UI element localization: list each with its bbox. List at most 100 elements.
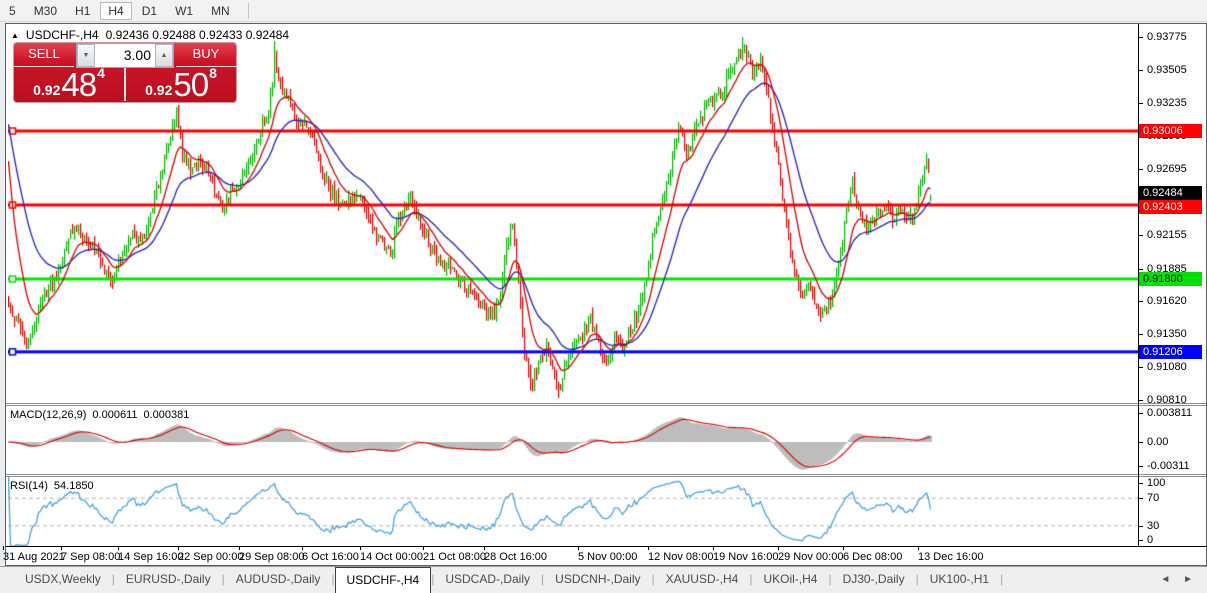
chart-tab-usdcad-daily[interactable]: USDCAD-,Daily	[434, 567, 541, 593]
rsi-indicator-name: RSI(14)	[10, 480, 48, 492]
timeframe-button-h1[interactable]: H1	[67, 2, 98, 20]
date-axis-tick	[360, 546, 361, 550]
timeframe-button-h4[interactable]: H4	[100, 2, 131, 20]
one-click-trading-panel: SELL ▼ 3.00 ▲ BUY 0.92 48 4 0.92 50 8	[14, 43, 236, 102]
macd-tick-label: -0.00311	[1147, 460, 1190, 472]
timeframe-button-w1[interactable]: W1	[167, 2, 201, 20]
rsi-tick-mark	[1138, 498, 1143, 499]
sell-button[interactable]: SELL	[14, 43, 74, 67]
price-badge[interactable]: 0.92484	[1139, 186, 1202, 200]
macd-tick-mark	[1138, 466, 1143, 467]
date-axis-label: 12 Nov 08:00	[648, 551, 713, 563]
price-tick-mark	[1138, 334, 1143, 335]
date-axis-label: 14 Oct 00:00	[360, 551, 423, 563]
date-axis-tick	[918, 546, 919, 550]
date-axis-tick	[713, 546, 714, 550]
price-badge[interactable]: 0.93006	[1139, 124, 1202, 138]
rsi-tick-mark	[1138, 540, 1143, 541]
rsi-label: RSI(14) 54.1850	[10, 480, 94, 492]
date-axis-label: 6 Dec 08:00	[843, 551, 902, 563]
date-axis-tick	[843, 546, 844, 550]
macd-tick-label: 0.003811	[1147, 407, 1192, 419]
tab-scroll-right-icon[interactable]: ►	[1183, 574, 1193, 585]
price-tick-label: 0.91350	[1147, 328, 1187, 340]
chart-title: ▲ USDCHF-,H4 0.92436 0.92488 0.92433 0.9…	[11, 28, 289, 42]
date-axis-tick	[239, 546, 240, 550]
price-tick-mark	[1138, 367, 1143, 368]
date-axis-label: 28 Oct 16:00	[484, 551, 547, 563]
timeframe-button-mn[interactable]: MN	[203, 2, 238, 20]
date-axis-label: 29 Nov 00:00	[778, 551, 843, 563]
date-axis-tick	[302, 546, 303, 550]
chart-tab-xauusd-h4[interactable]: XAUUSD-,H4	[655, 567, 750, 593]
price-tick-label: 0.90810	[1147, 394, 1187, 406]
chart-tabbar: USDX,Weekly|EURUSD-,Daily|AUDUSD-,Daily|…	[0, 566, 1207, 593]
trade-panel-row1: SELL ▼ 3.00 ▲ BUY	[14, 43, 236, 67]
date-axis-tick	[423, 546, 424, 550]
toolbar-separator	[248, 3, 249, 19]
price-badge[interactable]: 0.92403	[1139, 200, 1202, 214]
date-axis-label: 31 Aug 2021	[3, 551, 65, 563]
date-axis-tick	[178, 546, 179, 550]
timeframe-button-m30[interactable]: M30	[26, 2, 65, 20]
ask-price-prefix: 0.92	[145, 82, 172, 98]
chart-tab-eurusd-daily[interactable]: EURUSD-,Daily	[115, 567, 222, 593]
price-tick-label: 0.92155	[1147, 229, 1187, 241]
chart-tab-dj30-daily[interactable]: DJ30-,Daily	[832, 567, 916, 593]
date-axis-tick	[778, 546, 779, 550]
chart-tab-uk100-h1[interactable]: UK100-,H1	[919, 567, 1000, 593]
timeframe-button-d1[interactable]: D1	[134, 2, 165, 20]
price-tick-label: 0.92695	[1147, 163, 1187, 175]
pane-separator[interactable]	[6, 403, 1206, 404]
tab-scroll-left-icon[interactable]: ◄	[1160, 574, 1170, 585]
application-window: 5M30H1H4D1W1MN ▲ USDCHF-,H4 0.92436 0.92…	[0, 0, 1207, 593]
chart-tab-ukoil-h4[interactable]: UKOil-,H4	[752, 567, 828, 593]
rsi-tick-mark	[1138, 483, 1143, 484]
price-badge[interactable]: 0.91206	[1139, 345, 1202, 359]
collapse-arrow-icon[interactable]: ▲	[11, 31, 19, 40]
bid-price-sup: 4	[97, 67, 105, 80]
price-tick-mark	[1138, 70, 1143, 71]
price-tick-mark	[1138, 269, 1143, 270]
date-axis-tick	[578, 546, 579, 550]
price-badge[interactable]: 0.91800	[1139, 272, 1202, 286]
chart-tab-audusd-daily[interactable]: AUDUSD-,Daily	[225, 567, 332, 593]
price-tick-label: 0.93505	[1147, 64, 1187, 76]
date-axis-tick	[484, 546, 485, 550]
date-axis-label: 19 Nov 16:00	[713, 551, 778, 563]
volume-input[interactable]: 3.00	[95, 44, 155, 67]
chart-tabs: USDX,Weekly|EURUSD-,Daily|AUDUSD-,Daily|…	[0, 567, 1207, 593]
price-tick-mark	[1138, 235, 1143, 236]
tab-separator: |	[1000, 567, 1003, 593]
rsi-tick-label: 70	[1147, 492, 1159, 504]
bid-price[interactable]: 0.92 48 4	[14, 67, 124, 101]
price-tick-label: 0.93235	[1147, 97, 1187, 109]
volume-decrease-button[interactable]: ▼	[77, 44, 95, 67]
ask-price[interactable]: 0.92 50 8	[124, 67, 236, 101]
buy-button[interactable]: BUY	[176, 43, 236, 67]
chart-tab-usdcnh-daily[interactable]: USDCNH-,Daily	[544, 567, 651, 593]
timeframe-toolbar: 5M30H1H4D1W1MN	[0, 0, 1207, 22]
ask-price-big: 50	[173, 71, 208, 98]
chart-ohlc-values: 0.92436 0.92488 0.92433 0.92484	[106, 28, 290, 42]
rsi-tick-label: 100	[1147, 477, 1165, 489]
pane-separator[interactable]	[6, 474, 1206, 475]
tab-nav: ◄ ►	[1150, 574, 1193, 585]
volume-increase-button[interactable]: ▲	[155, 44, 173, 67]
date-axis-label: 21 Oct 08:00	[423, 551, 486, 563]
price-tick-mark	[1138, 103, 1143, 104]
date-axis-tick	[648, 546, 649, 550]
date-axis-tick	[61, 546, 62, 550]
ask-price-sup: 8	[209, 67, 217, 80]
date-axis-label: 14 Sep 16:00	[118, 551, 183, 563]
chart-tab-usdchf-h4[interactable]: USDCHF-,H4	[335, 567, 432, 593]
rsi-tick-label: 30	[1147, 520, 1159, 532]
chart-tab-usdx-weekly[interactable]: USDX,Weekly	[14, 567, 112, 593]
chart-symbol-label: USDCHF-,H4	[26, 28, 99, 42]
rsi-canvas[interactable]	[8, 477, 1138, 546]
macd-tick-mark	[1138, 442, 1143, 443]
date-axis-tick	[118, 546, 119, 550]
chart-window: ▲ USDCHF-,H4 0.92436 0.92488 0.92433 0.9…	[5, 23, 1207, 566]
timeframe-button-5[interactable]: 5	[1, 2, 24, 20]
macd-tick-label: 0.00	[1147, 436, 1168, 448]
